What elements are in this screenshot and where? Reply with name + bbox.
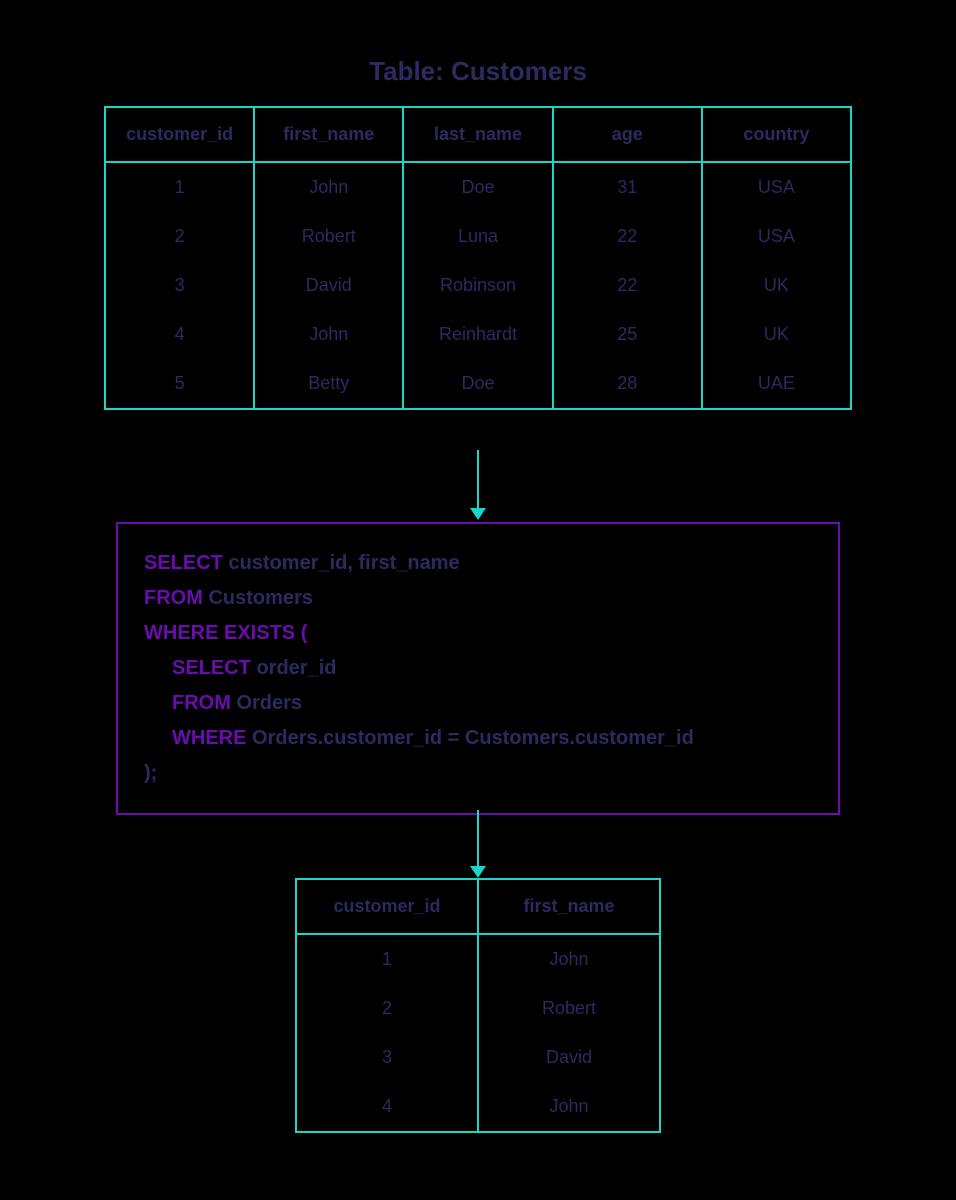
cell: UK: [701, 310, 850, 359]
col-header: first_name: [253, 108, 402, 163]
cell: 25: [552, 310, 701, 359]
sql-line: SELECT customer_id, first_name: [144, 546, 812, 581]
sql-text: );: [144, 762, 157, 784]
cell: 2: [106, 212, 253, 261]
sql-line: WHERE Orders.customer_id = Customers.cus…: [144, 721, 812, 756]
sql-line: );: [144, 756, 812, 791]
cell: Robert: [477, 984, 659, 1033]
cell: John: [477, 1082, 659, 1131]
sql-keyword: FROM: [172, 692, 231, 714]
cell: John: [253, 163, 402, 212]
cell: Luna: [402, 212, 551, 261]
cell: 5: [106, 359, 253, 408]
cell: David: [253, 261, 402, 310]
sql-text: customer_id, first_name: [223, 552, 460, 574]
col-header: first_name: [477, 880, 659, 935]
cell: 1: [297, 935, 477, 984]
cell: UAE: [701, 359, 850, 408]
col-header: customer_id: [297, 880, 477, 935]
table-row: 3 David Robinson 22 UK: [106, 261, 850, 310]
sql-line: FROM Orders: [144, 686, 812, 721]
col-header: customer_id: [106, 108, 253, 163]
result-header-row: customer_id first_name: [297, 880, 659, 935]
cell: Robinson: [402, 261, 551, 310]
cell: UK: [701, 261, 850, 310]
sql-line: FROM Customers: [144, 581, 812, 616]
cell: Reinhardt: [402, 310, 551, 359]
arrow-down-icon: [470, 450, 486, 520]
table-row: 1 John: [297, 935, 659, 984]
sql-text: Orders: [231, 692, 302, 714]
table-row: 4 John Reinhardt 25 UK: [106, 310, 850, 359]
arrow-down-icon: [470, 810, 486, 878]
sql-line: WHERE EXISTS (: [144, 616, 812, 651]
cell: 3: [297, 1033, 477, 1082]
sql-text: order_id: [251, 657, 337, 679]
sql-keyword: SELECT: [172, 657, 251, 679]
table-row: 2 Robert Luna 22 USA: [106, 212, 850, 261]
sql-keyword: FROM: [144, 587, 203, 609]
cell: Robert: [253, 212, 402, 261]
col-header: country: [701, 108, 850, 163]
table-row: 3 David: [297, 1033, 659, 1082]
sql-query-box: SELECT customer_id, first_name FROM Cust…: [116, 522, 840, 815]
table-row: 1 John Doe 31 USA: [106, 163, 850, 212]
cell: 22: [552, 261, 701, 310]
cell: USA: [701, 212, 850, 261]
customers-table: customer_id first_name last_name age cou…: [104, 106, 852, 410]
sql-text: Orders.customer_id = Customers.customer_…: [246, 727, 693, 749]
customers-header-row: customer_id first_name last_name age cou…: [106, 108, 850, 163]
cell: John: [253, 310, 402, 359]
cell: 31: [552, 163, 701, 212]
sql-text: Customers: [203, 587, 313, 609]
cell: John: [477, 935, 659, 984]
diagram-title: Table: Customers: [0, 56, 956, 87]
col-header: last_name: [402, 108, 551, 163]
result-table: customer_id first_name 1 John 2 Robert 3…: [295, 878, 661, 1133]
cell: Betty: [253, 359, 402, 408]
cell: 4: [297, 1082, 477, 1131]
cell: 2: [297, 984, 477, 1033]
cell: 1: [106, 163, 253, 212]
cell: Doe: [402, 163, 551, 212]
col-header: age: [552, 108, 701, 163]
sql-keyword: SELECT: [144, 552, 223, 574]
table-row: 2 Robert: [297, 984, 659, 1033]
cell: David: [477, 1033, 659, 1082]
sql-line: SELECT order_id: [144, 651, 812, 686]
sql-keyword: WHERE: [172, 727, 246, 749]
cell: 4: [106, 310, 253, 359]
table-row: 5 Betty Doe 28 UAE: [106, 359, 850, 408]
cell: USA: [701, 163, 850, 212]
cell: Doe: [402, 359, 551, 408]
table-row: 4 John: [297, 1082, 659, 1131]
cell: 28: [552, 359, 701, 408]
cell: 22: [552, 212, 701, 261]
sql-keyword: WHERE EXISTS (: [144, 622, 307, 644]
cell: 3: [106, 261, 253, 310]
